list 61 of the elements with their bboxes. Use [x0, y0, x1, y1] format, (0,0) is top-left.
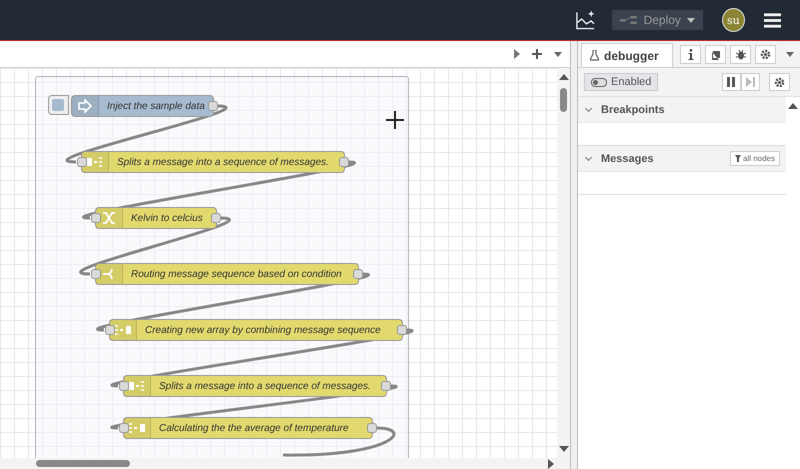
node-label: Kelvin to celcius [131, 212, 203, 224]
horizontal-scrollbar[interactable] [0, 458, 570, 469]
caret-icon [686, 18, 695, 22]
node-label: Splits a message into a sequence of messages. [117, 156, 329, 168]
sidebar-tab[interactable]: debugger [581, 43, 673, 67]
user-avatar[interactable]: su [722, 8, 745, 32]
gear-icon [774, 76, 785, 88]
chart-sparkle-icon[interactable] [575, 9, 596, 31]
info-button[interactable] [680, 45, 701, 64]
step-icon [746, 77, 755, 87]
input-port[interactable] [119, 423, 129, 433]
section-header[interactable]: Messages all nodes [578, 146, 786, 172]
arrow-icon [78, 99, 92, 113]
input-port[interactable] [91, 269, 101, 279]
bug-icon [736, 49, 746, 60]
output-port[interactable] [208, 101, 218, 111]
vertical-scrollbar[interactable] [557, 68, 570, 458]
settings-button[interactable] [755, 45, 776, 64]
output-port[interactable] [339, 157, 349, 167]
output-port[interactable] [397, 325, 407, 335]
flow-icon [620, 14, 638, 26]
node-label: Creating new array by combining message sequence [145, 324, 381, 336]
node-label: Inject the sample data [107, 100, 205, 112]
node-label: Splits a message into a sequence of messages. [159, 380, 371, 392]
menu-icon[interactable] [764, 12, 781, 28]
inject-trigger-button[interactable] [48, 95, 69, 115]
branch-icon [102, 267, 116, 281]
gear-icon [760, 49, 771, 60]
input-port[interactable] [119, 381, 129, 391]
filter-icon [734, 155, 741, 162]
node-label: Routing message sequence based on condition [131, 268, 342, 280]
input-port[interactable] [105, 325, 115, 335]
section-title: Breakpoints [601, 104, 665, 116]
section-header[interactable]: Breakpoints [578, 97, 786, 123]
input-port[interactable] [91, 213, 101, 223]
output-port[interactable] [353, 269, 363, 279]
output-port[interactable] [381, 381, 391, 391]
settings-button[interactable] [769, 73, 790, 91]
play-icon[interactable] [514, 49, 520, 59]
flask-icon [590, 50, 599, 61]
split-icon [129, 380, 145, 392]
info-icon [688, 49, 694, 60]
section-title: Messages [601, 152, 654, 164]
split-icon [87, 156, 103, 168]
pause-button[interactable] [722, 73, 741, 91]
filter-button[interactable]: all nodes [730, 151, 780, 166]
input-port[interactable] [77, 157, 87, 167]
enabled-toggle[interactable]: Enabled [584, 73, 658, 91]
caret-icon[interactable] [786, 52, 794, 57]
join-icon [129, 422, 145, 434]
pause-icon [727, 77, 736, 87]
book-icon [710, 50, 720, 60]
node-label: Calculating the the average of temperature [159, 422, 349, 434]
book-button[interactable] [705, 45, 726, 64]
bug-button[interactable] [730, 45, 751, 64]
shuffle-icon [102, 211, 116, 225]
join-icon [115, 324, 131, 336]
output-port[interactable] [367, 423, 377, 433]
caret-icon[interactable] [554, 52, 562, 56]
output-port[interactable] [211, 213, 221, 223]
add-icon[interactable] [532, 49, 542, 59]
